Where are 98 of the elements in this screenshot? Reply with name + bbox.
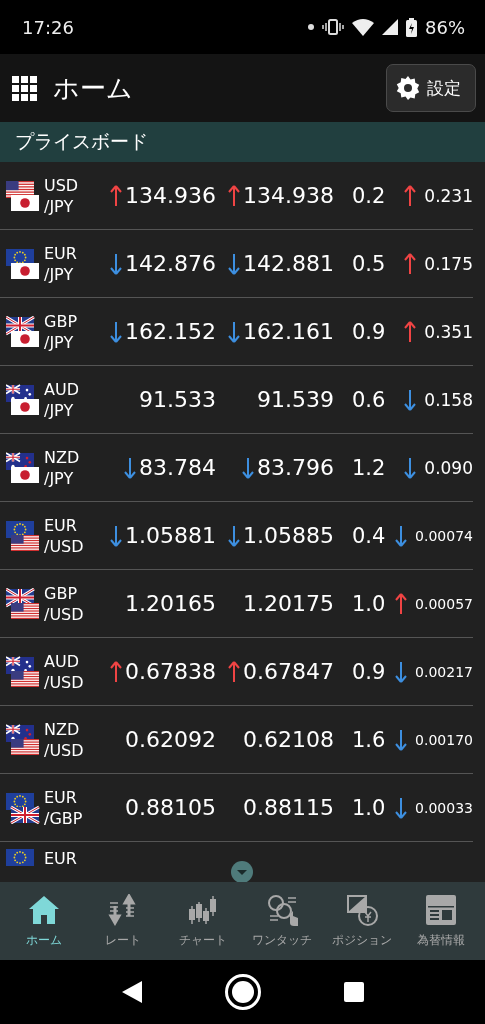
base-currency: NZD xyxy=(44,446,81,468)
ask-price: 0.67847 xyxy=(243,659,334,684)
spread: 0.2 xyxy=(351,183,387,208)
settings-icon xyxy=(395,75,421,101)
quote-currency: /USD xyxy=(44,603,85,625)
spread: 1.6 xyxy=(351,727,387,752)
base-currency: USD xyxy=(44,174,80,196)
nav-tab[interactable]: ホーム xyxy=(4,882,84,960)
bid-price: 83.784 xyxy=(139,455,216,480)
notification-dot-icon xyxy=(308,24,314,30)
screen-title: ホーム xyxy=(53,71,134,105)
currency-flags-icon xyxy=(6,315,40,348)
price-change: 0.158 xyxy=(424,389,473,410)
quote-currency: /USD xyxy=(44,671,85,693)
currency-flags-icon xyxy=(6,587,40,620)
spread: 0.6 xyxy=(351,387,387,412)
newspaper-icon xyxy=(425,893,458,926)
price-change: 0.00217 xyxy=(415,663,473,680)
ask-price: 91.539 xyxy=(257,387,334,412)
currency-flags-icon xyxy=(6,247,40,280)
price-change: 0.00033 xyxy=(415,799,473,816)
currency-flags-icon xyxy=(6,655,40,688)
ask-price: 83.796 xyxy=(257,455,334,480)
spread: 0.4 xyxy=(351,523,387,548)
nav-tab[interactable]: ワンタッチ xyxy=(242,882,322,960)
vibrate-icon xyxy=(322,19,344,35)
currency-flags-icon xyxy=(6,179,40,212)
ask-price: 0.62108 xyxy=(243,727,334,752)
nav-tab[interactable]: ポジション xyxy=(322,882,402,960)
ask-price: 1.05885 xyxy=(243,523,334,548)
price-change: 0.090 xyxy=(424,457,473,478)
battery-level: 86% xyxy=(425,16,465,38)
quote-currency: /USD xyxy=(44,535,85,557)
quote-currency: /USD xyxy=(44,739,85,761)
base-currency: NZD xyxy=(44,718,81,740)
base-currency: EUR xyxy=(44,242,78,264)
base-currency: EUR xyxy=(44,514,78,536)
currency-position-icon xyxy=(345,893,378,926)
spread: 0.9 xyxy=(351,319,387,344)
currency-exchange-icon xyxy=(266,893,299,926)
currency-flags-icon xyxy=(6,791,40,824)
base-currency: EUR xyxy=(44,786,78,808)
price-change: 0.00074 xyxy=(415,527,473,544)
ask-price: 0.88115 xyxy=(243,795,334,820)
nav-tab[interactable]: レート xyxy=(83,882,163,960)
bid-price: 162.152 xyxy=(125,319,216,344)
back-icon[interactable] xyxy=(121,981,142,1003)
wifi-icon xyxy=(352,18,374,36)
nav-tab[interactable]: 為替情報 xyxy=(401,882,481,960)
ask-price: 1.20175 xyxy=(243,591,334,616)
bid-price: 1.20165 xyxy=(125,591,216,616)
quote-currency: /JPY xyxy=(44,263,75,285)
base-currency: AUD xyxy=(44,650,80,672)
base-currency: AUD xyxy=(44,378,80,400)
bid-price: 0.62092 xyxy=(125,727,216,752)
base-currency: EUR xyxy=(44,848,78,869)
price-change: 0.175 xyxy=(424,253,473,274)
bid-price: 1.05881 xyxy=(125,523,216,548)
quote-currency: /JPY xyxy=(44,467,75,489)
candlestick-chart-icon xyxy=(186,893,219,926)
base-currency: GBP xyxy=(44,310,79,332)
ask-price: 134.938 xyxy=(243,183,334,208)
quote-currency: /JPY xyxy=(44,331,75,353)
spread: 1.0 xyxy=(351,591,387,616)
recents-icon[interactable] xyxy=(343,982,364,1002)
spread: 0.9 xyxy=(351,659,387,684)
spread: 1.0 xyxy=(351,795,387,820)
bid-price: 91.533 xyxy=(139,387,216,412)
apps-grid-icon[interactable] xyxy=(12,75,37,101)
section-title: プライスボード xyxy=(15,129,148,154)
quote-currency: /JPY xyxy=(44,195,75,217)
scroll-down-button[interactable] xyxy=(231,861,253,882)
bid-price: 0.88105 xyxy=(125,795,216,820)
bid-price: 134.936 xyxy=(125,183,216,208)
ask-price: 162.161 xyxy=(243,319,334,344)
home-icon xyxy=(27,893,60,926)
quote-currency: /GBP xyxy=(44,807,84,829)
nav-tab[interactable]: チャート xyxy=(163,882,243,960)
currency-flags-icon xyxy=(6,383,40,416)
price-change: 0.231 xyxy=(424,185,473,206)
currency-flags-icon xyxy=(6,519,40,552)
bid-price: 0.67838 xyxy=(125,659,216,684)
settings-button[interactable]: 設定 xyxy=(386,64,476,112)
home-button-icon[interactable] xyxy=(223,973,262,1011)
currency-flags-icon xyxy=(6,723,40,756)
signal-icon xyxy=(382,19,398,35)
currency-flags-icon xyxy=(6,451,40,484)
spread: 0.5 xyxy=(351,251,387,276)
quote-currency: /JPY xyxy=(44,399,75,421)
price-change: 0.351 xyxy=(424,321,473,342)
spread: 1.2 xyxy=(351,455,387,480)
ask-price: 142.881 xyxy=(243,251,334,276)
clock: 17:26 xyxy=(22,16,75,38)
price-change: 0.00057 xyxy=(415,595,473,612)
price-change: 0.00170 xyxy=(415,731,473,748)
bid-price: 142.876 xyxy=(125,251,216,276)
base-currency: GBP xyxy=(44,582,79,604)
battery-icon xyxy=(406,17,417,37)
